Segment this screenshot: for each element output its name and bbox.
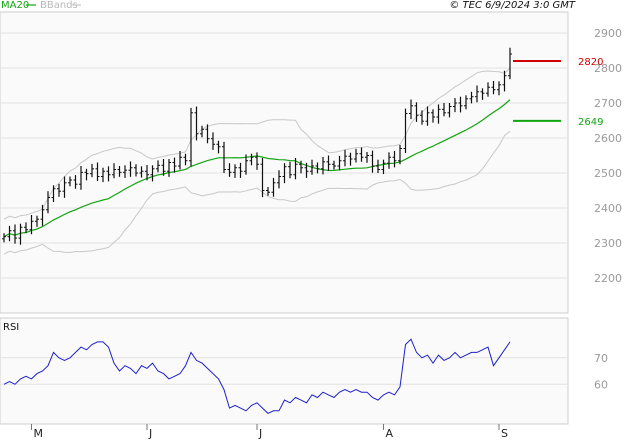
price-y-ticks: 2200 2300 2400 2500 2600 2700 2800 2900 xyxy=(594,27,622,285)
rsi-panel xyxy=(0,317,569,425)
legend-ma20-label: MA20 xyxy=(1,0,29,11)
price-y-tick-label: 2600 xyxy=(594,132,622,145)
x-axis-label: M xyxy=(34,427,44,440)
price-y-tick-label: 2400 xyxy=(594,202,622,215)
rsi-title: RSI xyxy=(3,322,19,333)
chart-root: 2820 2649 2200 2300 2400 2500 2600 2700 2800 290… xyxy=(0,0,627,440)
price-y-tick-label: 2700 xyxy=(594,97,622,110)
rsi-y-tick-label: 70 xyxy=(594,352,608,365)
price-y-tick-label: 2900 xyxy=(594,27,622,40)
rsi-y-tick-label: 60 xyxy=(594,378,608,391)
level-label: 2649 xyxy=(578,117,603,128)
x-axis-label: J xyxy=(148,427,152,440)
x-axis-label: S xyxy=(501,427,508,440)
chart-canvas: 28202649 2200230024002500260027002800290… xyxy=(0,0,622,440)
price-panel xyxy=(0,11,569,314)
price-y-tick-label: 2800 xyxy=(594,62,622,75)
x-axis-labels: MJJAS xyxy=(31,424,508,440)
x-axis-label: J xyxy=(258,427,262,440)
price-y-tick-label: 2200 xyxy=(594,272,622,285)
rsi-y-ticks: 60 70 xyxy=(594,352,608,392)
price-y-tick-label: 2300 xyxy=(594,237,622,250)
price-y-tick-label: 2500 xyxy=(594,167,622,180)
header-source: © TEC 6/9/2024 3:0 GMT xyxy=(449,0,576,11)
x-axis-label: A xyxy=(386,427,394,440)
